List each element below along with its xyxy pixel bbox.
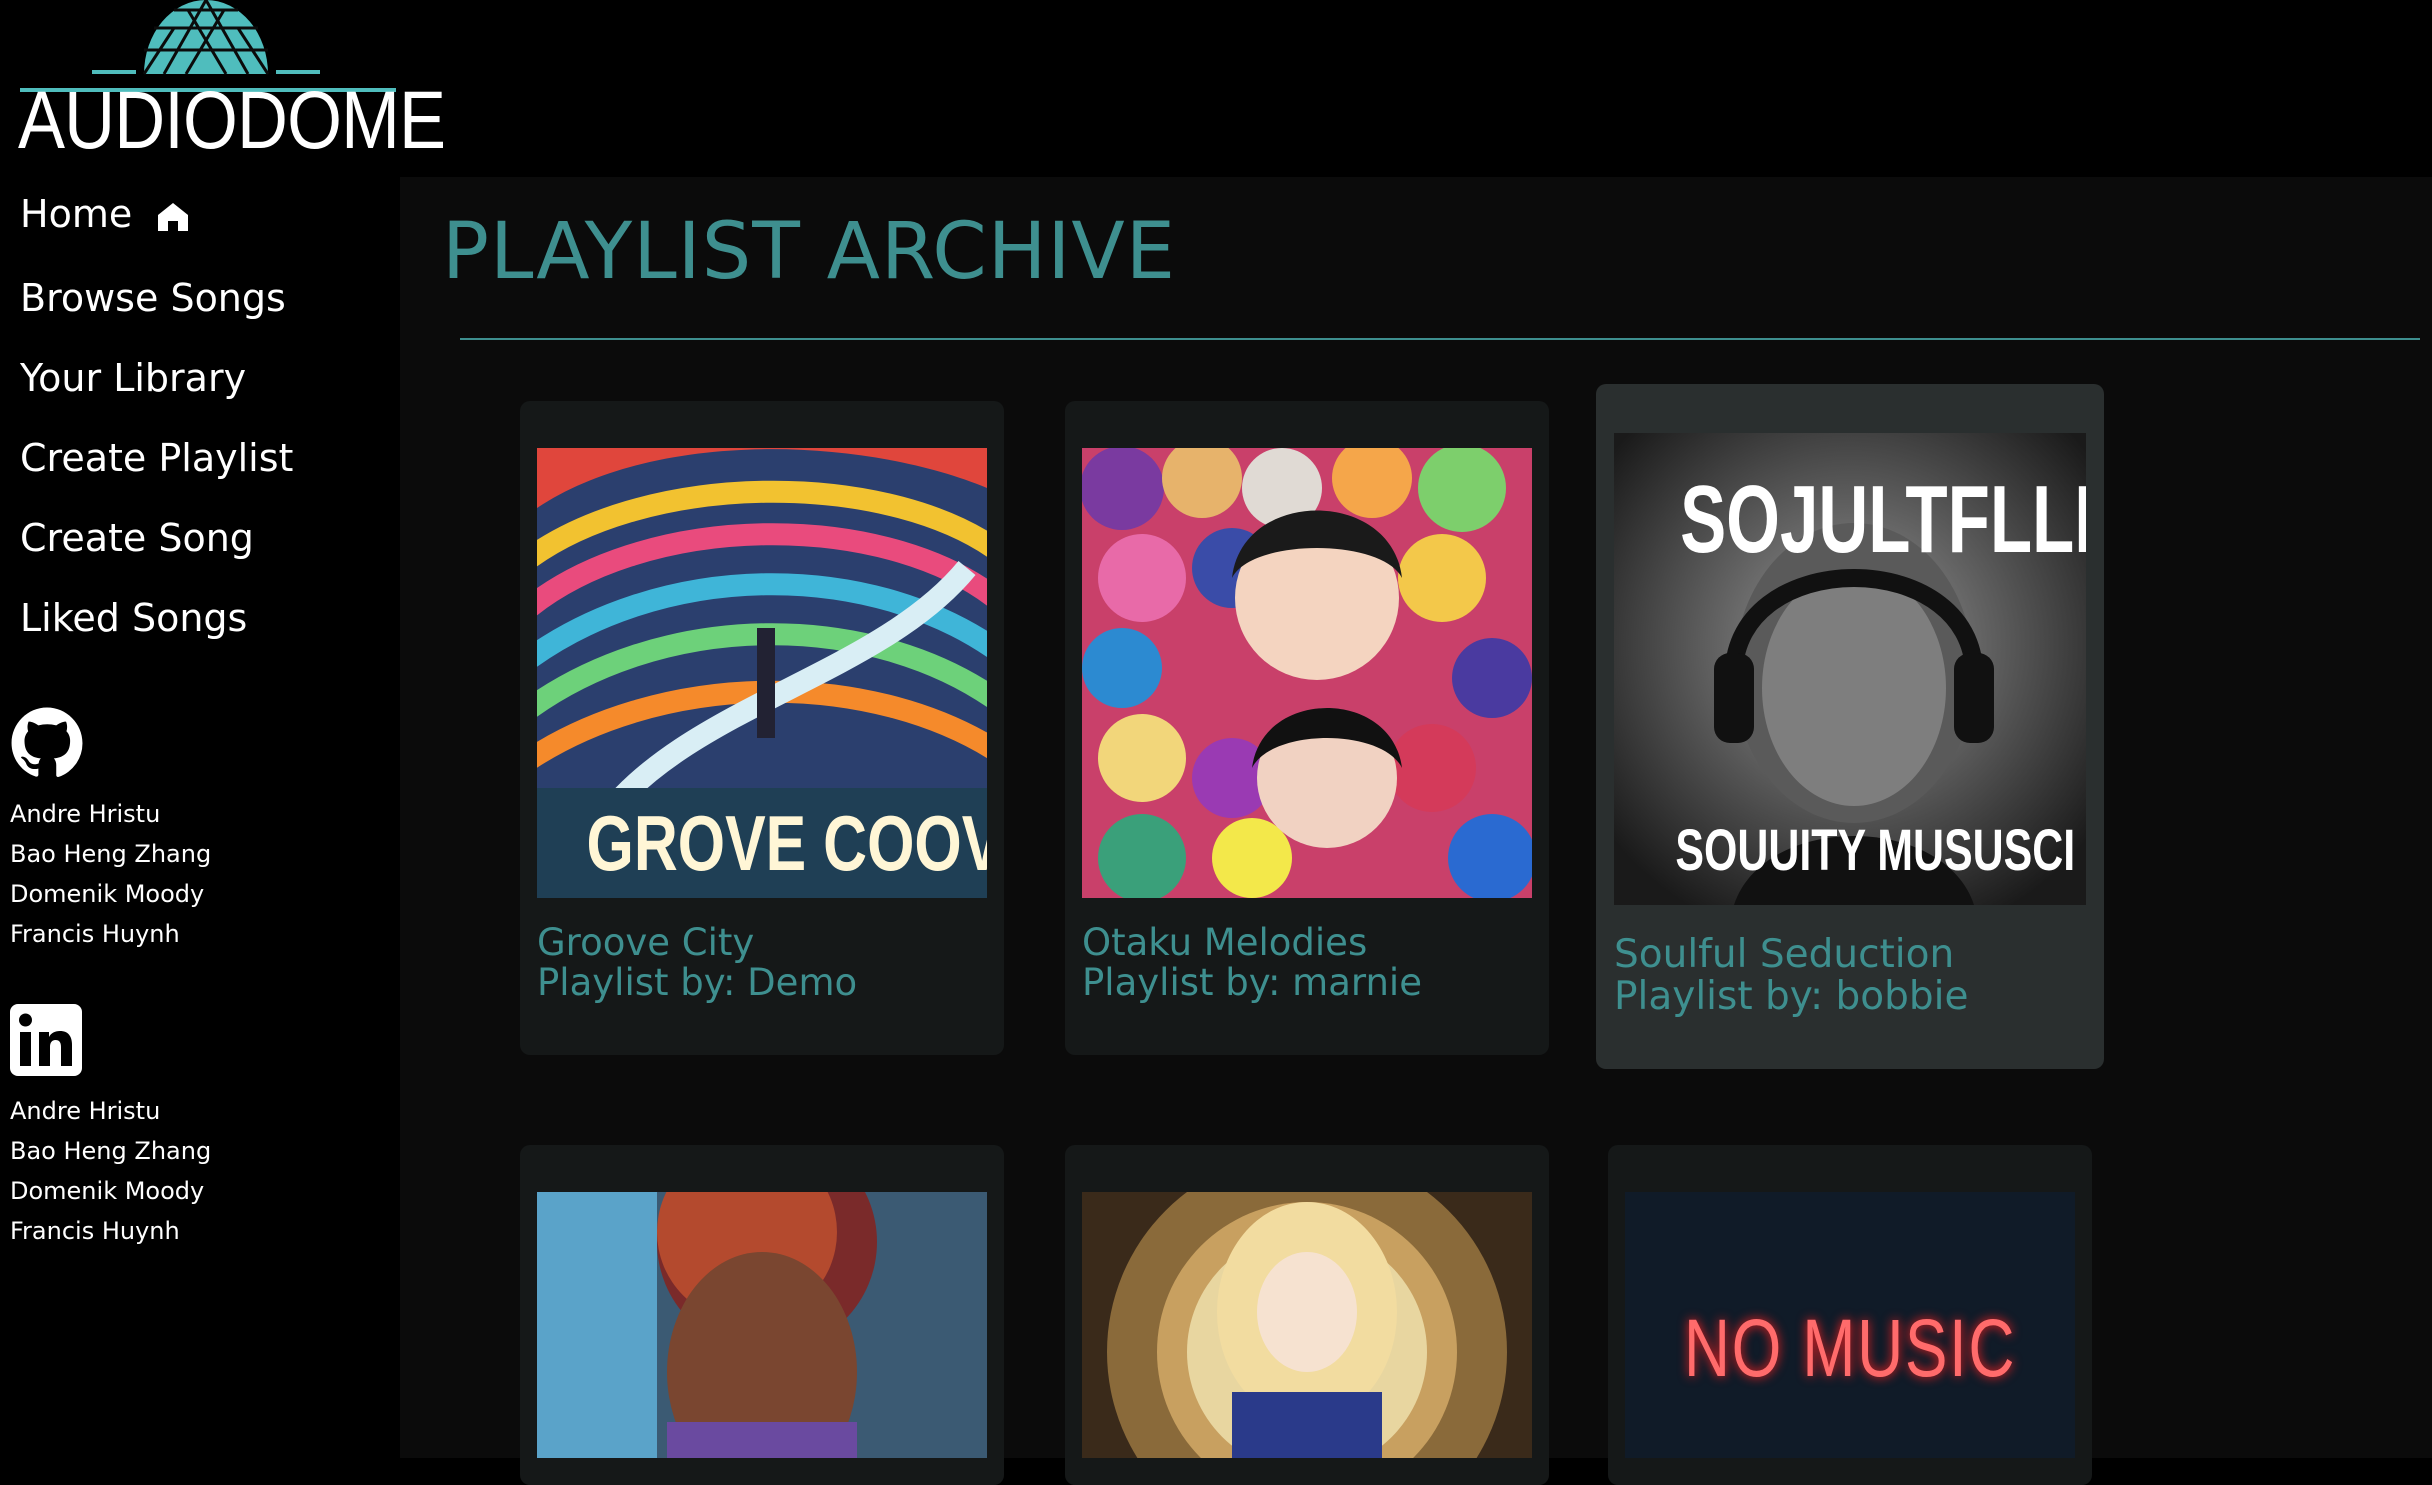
playlist-owner: Playlist by: Demo bbox=[537, 961, 858, 1004]
playlist-cover: SOJULTFLLLY SOUUITY MUSUSCI bbox=[1614, 433, 2086, 905]
playlist-card[interactable]: Otaku Melodies Playlist by: marnie bbox=[1065, 401, 1549, 1055]
cover-text: GROVE COOVITY bbox=[586, 799, 988, 887]
linkedin-icon[interactable] bbox=[10, 1004, 82, 1076]
playlist-card[interactable]: SOJULTFLLLY SOUUITY MUSUSCI Soulful Sedu… bbox=[1596, 384, 2104, 1069]
nav-create-playlist[interactable]: Create Playlist bbox=[20, 436, 293, 480]
playlist-cover bbox=[1082, 1192, 1532, 1458]
playlist-card[interactable] bbox=[520, 1145, 1004, 1485]
anime-cover-art bbox=[1082, 1192, 1532, 1458]
dome-icon bbox=[92, 0, 320, 75]
linkedin-credit[interactable]: Andre Hristu bbox=[10, 1097, 160, 1125]
nav-your-library[interactable]: Your Library bbox=[20, 356, 246, 400]
main-content: PLAYLIST ARCHIVE GROVE COOVITY Groov bbox=[400, 177, 2432, 1485]
playlist-cover bbox=[1082, 448, 1532, 898]
playlist-owner: Playlist by: marnie bbox=[1082, 961, 1422, 1004]
github-icon[interactable] bbox=[10, 706, 84, 780]
otaku-melodies-cover-art bbox=[1082, 448, 1532, 898]
playlist-cover: GROVE COOVITY bbox=[537, 448, 987, 898]
nav-liked-songs[interactable]: Liked Songs bbox=[20, 596, 247, 640]
linkedin-credit[interactable]: Francis Huynh bbox=[10, 1217, 180, 1245]
audiodome-logo[interactable]: AUDIODOME bbox=[14, 0, 446, 172]
playlist-cover bbox=[537, 1192, 987, 1458]
playlist-card[interactable]: GROVE COOVITY Groove City Playlist by: D… bbox=[520, 401, 1004, 1055]
playlist-owner: Playlist by: bobbie bbox=[1614, 974, 1969, 1019]
nav-home-label: Home bbox=[20, 192, 133, 236]
nav-create-song[interactable]: Create Song bbox=[20, 516, 254, 560]
cover-text-top: SOJULTFLLLY bbox=[1680, 466, 2086, 573]
playlist-cover: NO MUSIC bbox=[1625, 1192, 2075, 1458]
playlist-title[interactable]: Otaku Melodies bbox=[1082, 921, 1367, 964]
playlist-card[interactable]: NO MUSIC bbox=[1608, 1145, 2092, 1485]
github-credit[interactable]: Bao Heng Zhang bbox=[10, 840, 211, 868]
nav-home[interactable]: Home bbox=[20, 192, 190, 236]
title-divider bbox=[460, 338, 2420, 340]
portrait-cover-art bbox=[537, 1192, 987, 1458]
home-icon bbox=[158, 202, 189, 231]
github-credit[interactable]: Francis Huynh bbox=[10, 920, 180, 948]
github-credit[interactable]: Domenik Moody bbox=[10, 880, 204, 908]
cover-text-bottom: SOUUITY MUSUSCI bbox=[1675, 818, 2076, 883]
playlist-card[interactable] bbox=[1065, 1145, 1549, 1485]
playlist-title[interactable]: Soulful Seduction bbox=[1614, 932, 1954, 977]
playlist-title[interactable]: Groove City bbox=[537, 921, 754, 964]
cover-text: NO MUSIC bbox=[1683, 1303, 2017, 1394]
linkedin-credit[interactable]: Domenik Moody bbox=[10, 1177, 204, 1205]
sidebar: AUDIODOME Home Browse Songs Your Library… bbox=[0, 0, 446, 1458]
github-credit[interactable]: Andre Hristu bbox=[10, 800, 160, 828]
nav-browse-songs[interactable]: Browse Songs bbox=[20, 276, 286, 320]
linkedin-credit[interactable]: Bao Heng Zhang bbox=[10, 1137, 211, 1165]
brand-name: AUDIODOME bbox=[18, 75, 446, 166]
page-title: PLAYLIST ARCHIVE bbox=[442, 207, 1177, 297]
